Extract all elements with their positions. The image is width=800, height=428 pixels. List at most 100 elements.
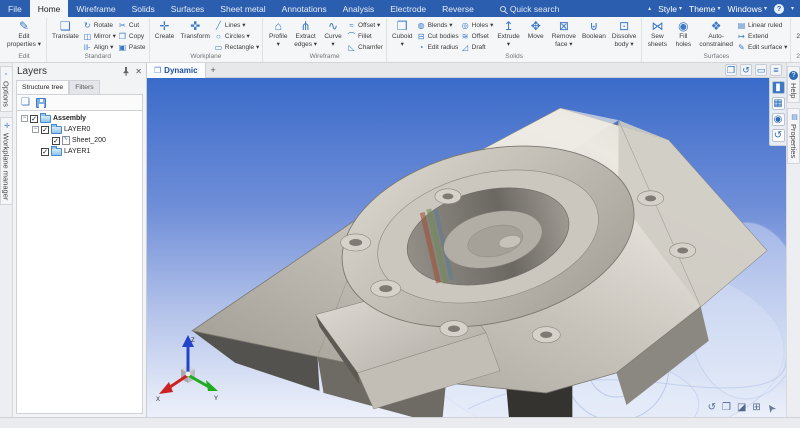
document-area: ❒ Dynamic + ❒↺▭≡ [147, 63, 786, 417]
help-tab[interactable]: ?Help [787, 66, 800, 103]
lines-button[interactable]: ╱Lines ▾ [214, 20, 259, 30]
levels-icon[interactable]: ▮ [772, 81, 785, 94]
pin-icon[interactable] [122, 67, 130, 76]
tab-solids[interactable]: Solids [124, 0, 163, 17]
extract-edges-icon: ⋔ [301, 19, 311, 33]
circles-button[interactable]: ○Circles ▾ [214, 31, 259, 41]
properties-tab[interactable]: ▤Properties [787, 108, 800, 163]
edit-surface-icon: ✎ [737, 43, 746, 52]
close-panel-icon[interactable]: ✕ [135, 68, 142, 76]
offset-solid-button[interactable]: ≋Offset [461, 31, 494, 41]
rectangle-button[interactable]: ▭Rectangle ▾ [214, 42, 259, 52]
create-workplane-icon: ✛ [159, 19, 169, 33]
tree-item-sheet-200[interactable]: ✓Sheet_200 [17, 135, 142, 146]
tab-surfaces[interactable]: Surfaces [163, 0, 213, 17]
viewport-corner-toolbar: ❒↺▭≡ [725, 64, 786, 76]
holes-button[interactable]: ◎Holes ▾ [461, 20, 494, 30]
tab-file[interactable]: File [0, 0, 30, 17]
tree-item-layer0[interactable]: −✓LAYER0 [17, 124, 142, 135]
workplane-manager-tab[interactable]: ✛Workplane manager [0, 117, 13, 205]
tab-annotations[interactable]: Annotations [274, 0, 335, 17]
offset-wireframe-button[interactable]: ≈Offset ▾ [347, 20, 383, 30]
transform-workplane-button[interactable]: ✜Transform [179, 18, 212, 42]
tab-sheet-metal[interactable]: Sheet metal [212, 0, 273, 17]
iso-view-icon[interactable]: ❒ [722, 402, 731, 414]
tree-item-assembly[interactable]: −✓ Assembly [17, 113, 142, 124]
cuboid-button[interactable]: ❒Cuboid▾ [390, 18, 415, 49]
checkbox-icon[interactable]: ✓ [41, 148, 49, 156]
fillet-button[interactable]: ⌒Fillet [347, 31, 383, 41]
mirror-button[interactable]: ◫Mirror ▾ [83, 31, 116, 41]
create-workplane-button[interactable]: ✛Create [153, 18, 177, 42]
fill-holes-button[interactable]: ◉Fillholes [671, 18, 695, 49]
tile-windows-icon[interactable]: ⊞ [752, 402, 760, 414]
checkbox-icon[interactable]: ✓ [41, 126, 49, 134]
tree-item-label: Assembly [53, 115, 86, 122]
document-tab-dynamic[interactable]: ❒ Dynamic [147, 63, 206, 78]
titlebar-menu-windows[interactable]: Windows▾ [727, 4, 767, 14]
tree-item-layer1[interactable]: ✓LAYER1 [17, 146, 142, 157]
linear-ruled-button[interactable]: ▤Linear ruled [737, 20, 787, 30]
menu-icon[interactable]: ≡ [770, 64, 782, 76]
save-layers-icon[interactable] [36, 98, 46, 108]
checkbox-icon[interactable]: ✓ [52, 137, 60, 145]
profile-button[interactable]: ⌂Profile▾ [266, 18, 290, 49]
expander-icon[interactable]: − [32, 126, 39, 133]
view-spin-icon[interactable]: ↺ [772, 129, 785, 142]
extend-button[interactable]: ↦Extend [737, 31, 787, 41]
sew-sheets-button[interactable]: ⋈Sewsheets [645, 18, 669, 49]
curve-button[interactable]: ∿Curve▾ [321, 18, 345, 49]
rotate-button[interactable]: ↻Rotate [83, 20, 116, 30]
cad-model[interactable] [147, 78, 786, 417]
2d-drawing-manager-button[interactable]: ❏2D Drawingmanager [794, 18, 800, 49]
shaded-view-icon[interactable]: ◪ [737, 402, 746, 414]
expander-icon[interactable]: − [21, 115, 28, 122]
tab-wireframe[interactable]: Wireframe [68, 0, 123, 17]
help-icon[interactable]: ? [774, 4, 784, 14]
tab-reverse[interactable]: Reverse [434, 0, 482, 17]
align-button[interactable]: ⊪Align ▾ [83, 42, 116, 52]
properties-icon: ▤ [790, 113, 798, 121]
view-cube-icon[interactable]: ❒ [725, 64, 737, 76]
cut-bodies-button[interactable]: ⊟Cut bodies [417, 31, 459, 41]
auto-constrained-button[interactable]: ❖Auto-constrained [697, 18, 735, 49]
paste-button[interactable]: ▣Paste [118, 42, 146, 52]
tab-electrode[interactable]: Electrode [382, 0, 434, 17]
tab-analysis[interactable]: Analysis [335, 0, 383, 17]
draft-button[interactable]: ◿Draft [461, 42, 494, 52]
grid-snap-icon[interactable]: ▦ [772, 97, 785, 110]
orbit-icon[interactable]: ↺ [740, 64, 752, 76]
circles-icon: ○ [214, 32, 223, 41]
extrude-button[interactable]: ↥Extrude▾ [495, 18, 521, 49]
window-icon[interactable]: ▭ [755, 64, 767, 76]
blends-button[interactable]: ◍Blends ▾ [417, 20, 459, 30]
titlebar-menu-theme[interactable]: Theme▾ [689, 4, 720, 14]
move-button[interactable]: ✥Move [524, 18, 548, 42]
cut-button[interactable]: ✂Cut [118, 20, 146, 30]
copy-button[interactable]: ❐Copy [118, 31, 146, 41]
new-tab-button[interactable]: + [206, 65, 221, 75]
panel-tab-filters[interactable]: Filters [69, 80, 100, 94]
quick-search[interactable]: Quick search [500, 0, 560, 17]
checkbox-icon[interactable]: ✓ [30, 115, 38, 123]
chevron-down-icon: ▾ [764, 5, 767, 12]
edit-surface-button[interactable]: ✎Edit surface ▾ [737, 42, 787, 52]
orbit-mode-icon[interactable]: ↺ [708, 402, 716, 414]
edit-radius-button[interactable]: ◔Edit radius [417, 42, 459, 52]
dissolve-body-button[interactable]: ⊡Dissolvebody ▾ [610, 18, 639, 49]
translate-button[interactable]: ❏Translate [50, 18, 81, 42]
remove-face-button[interactable]: ⊠Removeface ▾ [550, 18, 578, 49]
curve-icon: ∿ [328, 19, 338, 33]
viewport-3d[interactable]: Z X Y ▮▦◉↺ ↺❒◪⊞➤ [147, 78, 786, 417]
boolean-button[interactable]: ⊎Boolean [580, 18, 608, 42]
extract-edges-button[interactable]: ⋔Extractedges ▾ [292, 18, 319, 49]
panel-tab-structure-tree[interactable]: Structure tree [16, 80, 69, 94]
edit-properties-button[interactable]: ✎Editproperties ▾ [5, 18, 43, 49]
titlebar-menu-style[interactable]: Style▾ [658, 4, 682, 14]
ribbon-collapse-icon[interactable]: ▴ [648, 5, 651, 12]
layers-stack-icon[interactable]: ❏ [21, 98, 30, 108]
tab-home[interactable]: Home [30, 0, 69, 17]
chamfer-button[interactable]: ◺Chamfer [347, 42, 383, 52]
options-tab[interactable]: ▫Options [0, 66, 13, 112]
view-orientation-icon[interactable]: ◉ [772, 113, 785, 126]
